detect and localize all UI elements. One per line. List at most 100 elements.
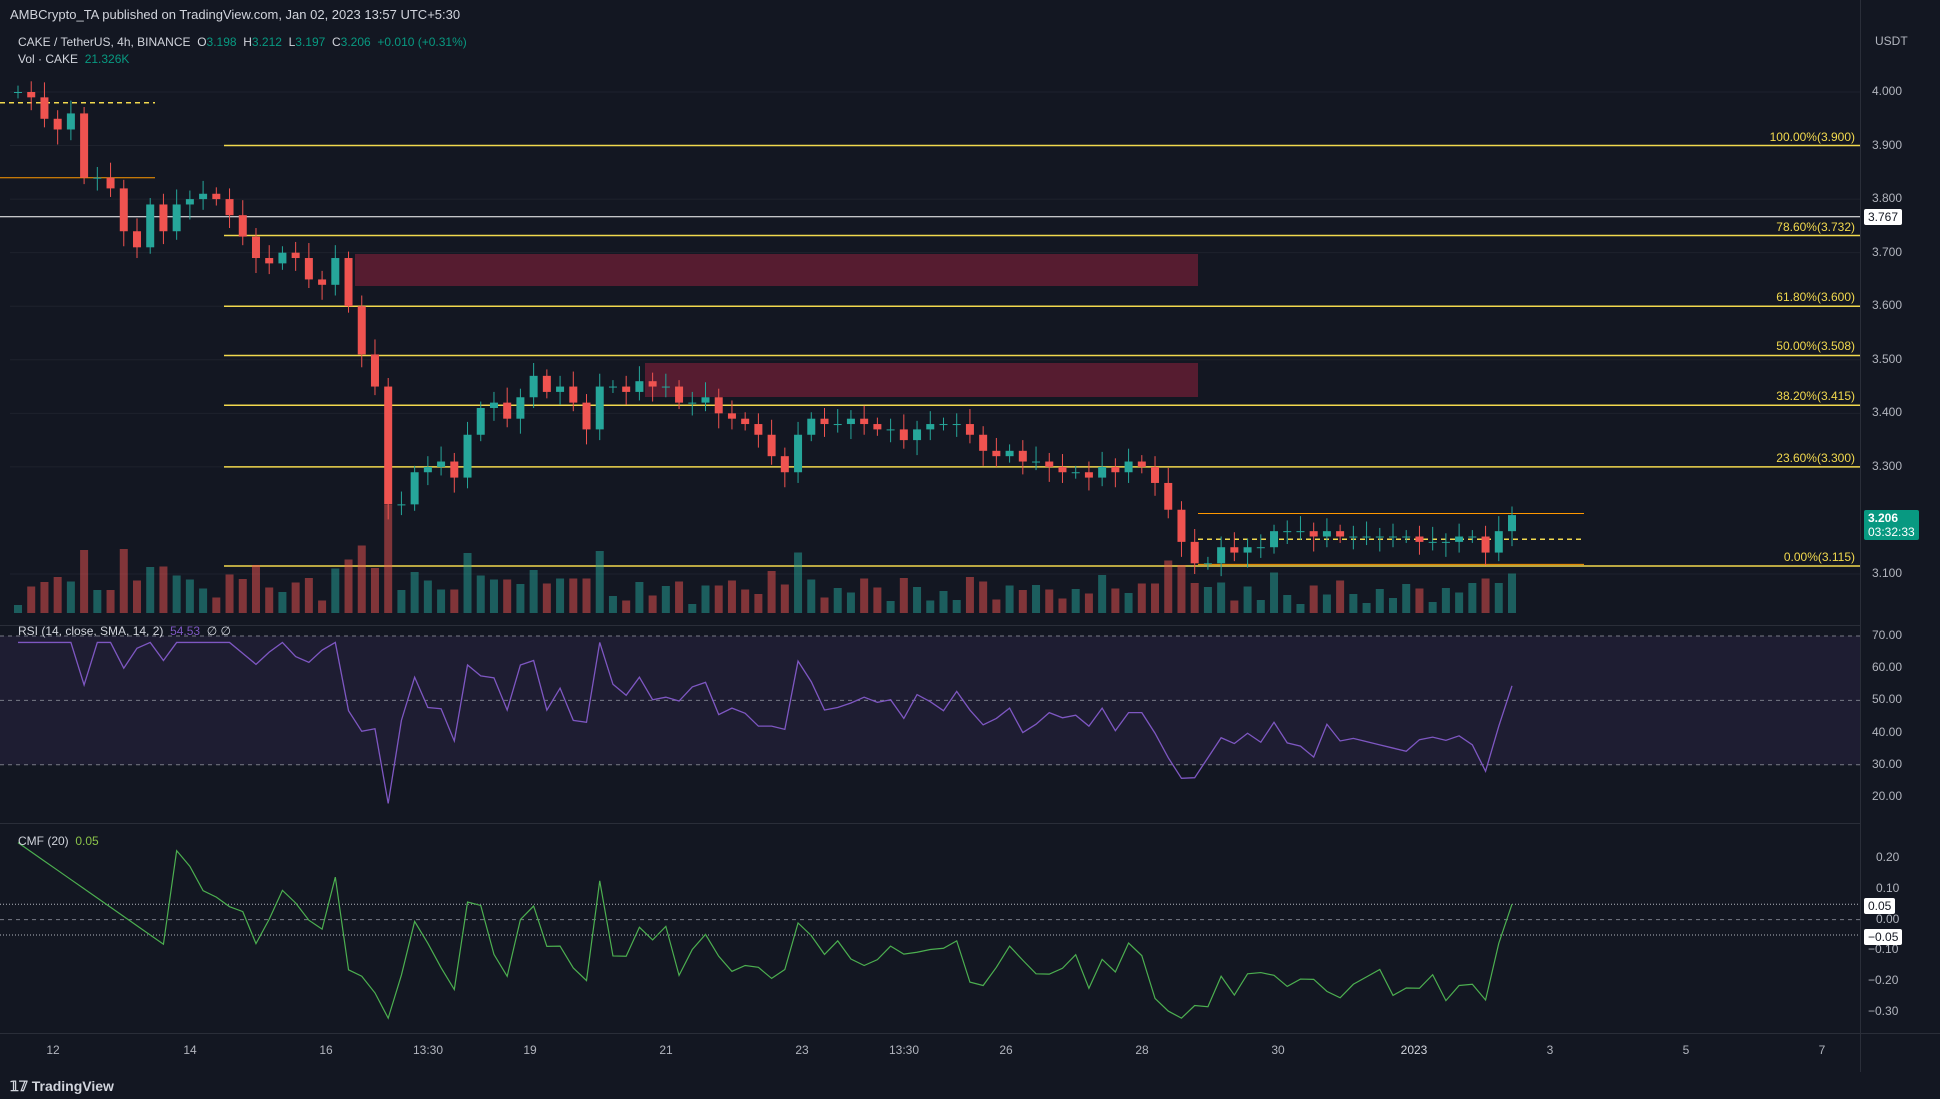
candle-body (291, 252, 300, 259)
open-value: 3.198 (206, 35, 237, 49)
candle-body (27, 92, 36, 98)
volume-bar (529, 570, 538, 613)
date-tick: 19 (523, 1043, 537, 1057)
candle-body (1389, 536, 1398, 538)
candle-body (106, 177, 115, 189)
symbol-name[interactable]: CAKE / TetherUS, 4h, BINANCE (18, 35, 191, 49)
cmf-line (17, 842, 1513, 1020)
volume-bar (132, 580, 141, 613)
volume-bar (1322, 594, 1331, 613)
cmf-tick: −0.20 (1868, 973, 1899, 988)
candle-body (1111, 466, 1120, 473)
open-label: O (197, 35, 207, 49)
volume-bar (463, 553, 472, 613)
cmf-value: 0.05 (75, 834, 99, 848)
rsi-tick: 50.00 (1872, 692, 1903, 707)
white-level-badge: 3.767 (1864, 209, 1903, 225)
volume-bar (331, 568, 340, 613)
volume-bar (172, 575, 181, 613)
volume-bar (582, 578, 591, 613)
candle-body (212, 193, 221, 200)
rsi-label[interactable]: RSI (14, close, SMA, 14, 2) (18, 624, 163, 638)
candle-body (1203, 563, 1212, 565)
volume-bar (1203, 587, 1212, 613)
candle-body (767, 434, 776, 457)
candle-body (1336, 531, 1345, 537)
candle-body (582, 402, 591, 430)
candle-body (608, 386, 617, 388)
volume-bar (384, 505, 393, 613)
price-tick: 3.700 (1872, 244, 1903, 259)
fib-label: 78.60%(3.732) (1776, 219, 1855, 234)
volume-bar (1309, 585, 1318, 613)
volume-bar (40, 582, 49, 613)
candle-body (1322, 531, 1331, 537)
date-tick: 12 (46, 1043, 60, 1057)
candle-body (1098, 466, 1107, 478)
candle-body (714, 397, 723, 414)
candle-body (661, 386, 670, 388)
low-value: 3.197 (295, 35, 326, 49)
volume-bar (926, 600, 935, 613)
candle-body (965, 424, 974, 435)
volume-bar (833, 588, 842, 613)
candle-body (1415, 536, 1424, 542)
candle-body (304, 258, 313, 280)
volume-bar (1256, 600, 1265, 613)
volume-bar (27, 586, 36, 613)
high-label: H (243, 35, 252, 49)
volume-bar (1428, 602, 1437, 613)
volume-bar (952, 600, 961, 613)
candle-body (780, 456, 789, 473)
volume-bar (93, 590, 102, 613)
volume-bar (741, 589, 750, 613)
volume-bar (476, 575, 485, 613)
last-price-badge: 3.206 03:32:33 (1864, 510, 1919, 540)
cmf-neg-badge: −0.05 (1864, 929, 1903, 945)
price-tick: 3.900 (1872, 137, 1903, 152)
candle-body (701, 397, 710, 403)
volume-bar (820, 597, 829, 613)
candle-body (159, 204, 168, 232)
candle-body (675, 386, 684, 403)
footer: 𝟙𝟟 TradingView (0, 1072, 1940, 1099)
cmf-label[interactable]: CMF (20) (18, 834, 69, 848)
candle-body (873, 424, 882, 430)
tradingview-logo[interactable]: 𝟙𝟟 TradingView (10, 1078, 114, 1095)
volume-bar (1058, 598, 1067, 613)
candle-body (688, 402, 697, 404)
candle-body (119, 188, 128, 232)
candle-body (503, 402, 512, 419)
date-tick: 28 (1135, 1043, 1149, 1057)
volume-bar (1389, 598, 1398, 613)
volume-bar (608, 596, 617, 613)
candle-body (199, 193, 208, 200)
volume-label[interactable]: Vol · CAKE (18, 52, 78, 66)
volume-bar (992, 599, 1001, 613)
volume-bar (569, 578, 578, 613)
volume-bar (899, 578, 908, 613)
candle-body (622, 386, 631, 392)
candle-body (40, 97, 49, 119)
rsi-tick: 20.00 (1872, 789, 1903, 803)
cmf-tick: 0.20 (1876, 850, 1900, 864)
volume-bar (1032, 585, 1041, 613)
candle-body (979, 434, 988, 451)
volume-bar (556, 578, 565, 613)
price-chart[interactable] (0, 0, 1940, 1099)
volume-bar (780, 584, 789, 613)
volume-bar (278, 592, 287, 613)
price-tick: 4.000 (1872, 84, 1903, 98)
volume-bar (450, 589, 459, 613)
volume-bar (913, 587, 922, 613)
candle-body (1256, 547, 1265, 549)
volume-bar (794, 552, 803, 613)
candle-body (318, 279, 327, 285)
supply-zone (355, 254, 1198, 286)
candle-body (410, 472, 419, 505)
volume-bar (318, 600, 327, 613)
candle-body (437, 461, 446, 467)
candle-body (807, 418, 816, 435)
volume-bar (754, 594, 763, 613)
volume-bar (370, 568, 379, 613)
